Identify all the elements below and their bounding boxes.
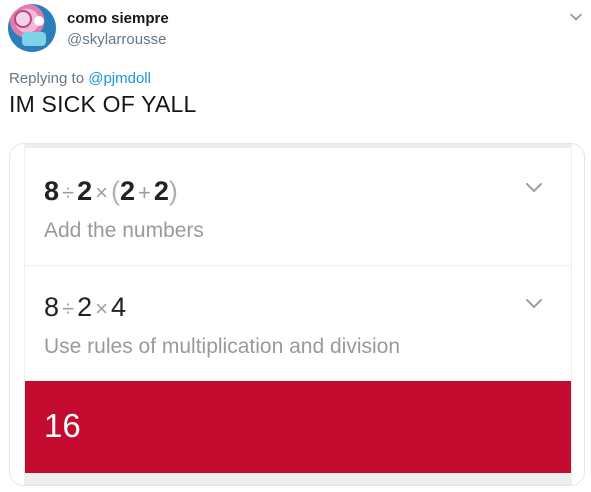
- close-paren: ): [168, 176, 178, 206]
- replying-to: Replying to @pjmdoll: [9, 70, 151, 87]
- step-card[interactable]: 8 ÷ 2 × 4 Use rules of multiplication and di…: [25, 266, 571, 381]
- user-handle[interactable]: @skylarrousse: [67, 31, 166, 48]
- result-value: 16: [44, 407, 81, 444]
- step-card[interactable]: 8 ÷ 2 × (2 +2) Add the numbers: [25, 148, 571, 265]
- mention-link[interactable]: @pjmdoll: [88, 70, 151, 87]
- number: 8: [44, 176, 60, 206]
- divide-operator: ÷: [62, 180, 75, 205]
- number: 4: [111, 292, 127, 322]
- chevron-down-icon[interactable]: [569, 10, 583, 24]
- avatar-detail: [34, 16, 44, 26]
- avatar-detail: [14, 10, 32, 28]
- chevron-down-icon[interactable]: [525, 182, 543, 194]
- number: 8: [44, 292, 60, 322]
- multiply-operator: ×: [95, 180, 108, 205]
- chevron-down-icon[interactable]: [525, 298, 543, 310]
- display-name[interactable]: como siempre: [67, 10, 169, 27]
- step-expression: 8 ÷ 2 × 4: [44, 292, 126, 323]
- tweet-media[interactable]: 8 ÷ 2 × (2 +2) Add the numbers 8 ÷ 2 × 4 Use rule…: [9, 143, 585, 486]
- plus-operator: +: [138, 180, 151, 205]
- tweet-text: IM SICK OF YALL: [9, 91, 197, 117]
- number: 2: [77, 176, 93, 206]
- open-paren: (: [111, 176, 120, 206]
- divide-operator: ÷: [62, 296, 75, 321]
- replying-prefix: Replying to: [9, 70, 89, 87]
- result-panel: 16: [25, 381, 571, 473]
- step-expression: 8 ÷ 2 × (2 +2): [44, 176, 178, 207]
- step-description: Add the numbers: [44, 219, 204, 242]
- number: 2: [77, 292, 93, 322]
- calculator-card: 8 ÷ 2 × (2 +2) Add the numbers 8 ÷ 2 × 4 Use rule…: [24, 144, 572, 485]
- avatar-detail: [22, 32, 46, 46]
- tweet: como siempre @skylarrousse Replying to @…: [0, 0, 591, 492]
- number: 2: [120, 176, 136, 206]
- step-description: Use rules of multiplication and division: [44, 335, 401, 358]
- avatar[interactable]: [8, 4, 56, 52]
- multiply-operator: ×: [95, 296, 108, 321]
- number: 2: [153, 176, 169, 206]
